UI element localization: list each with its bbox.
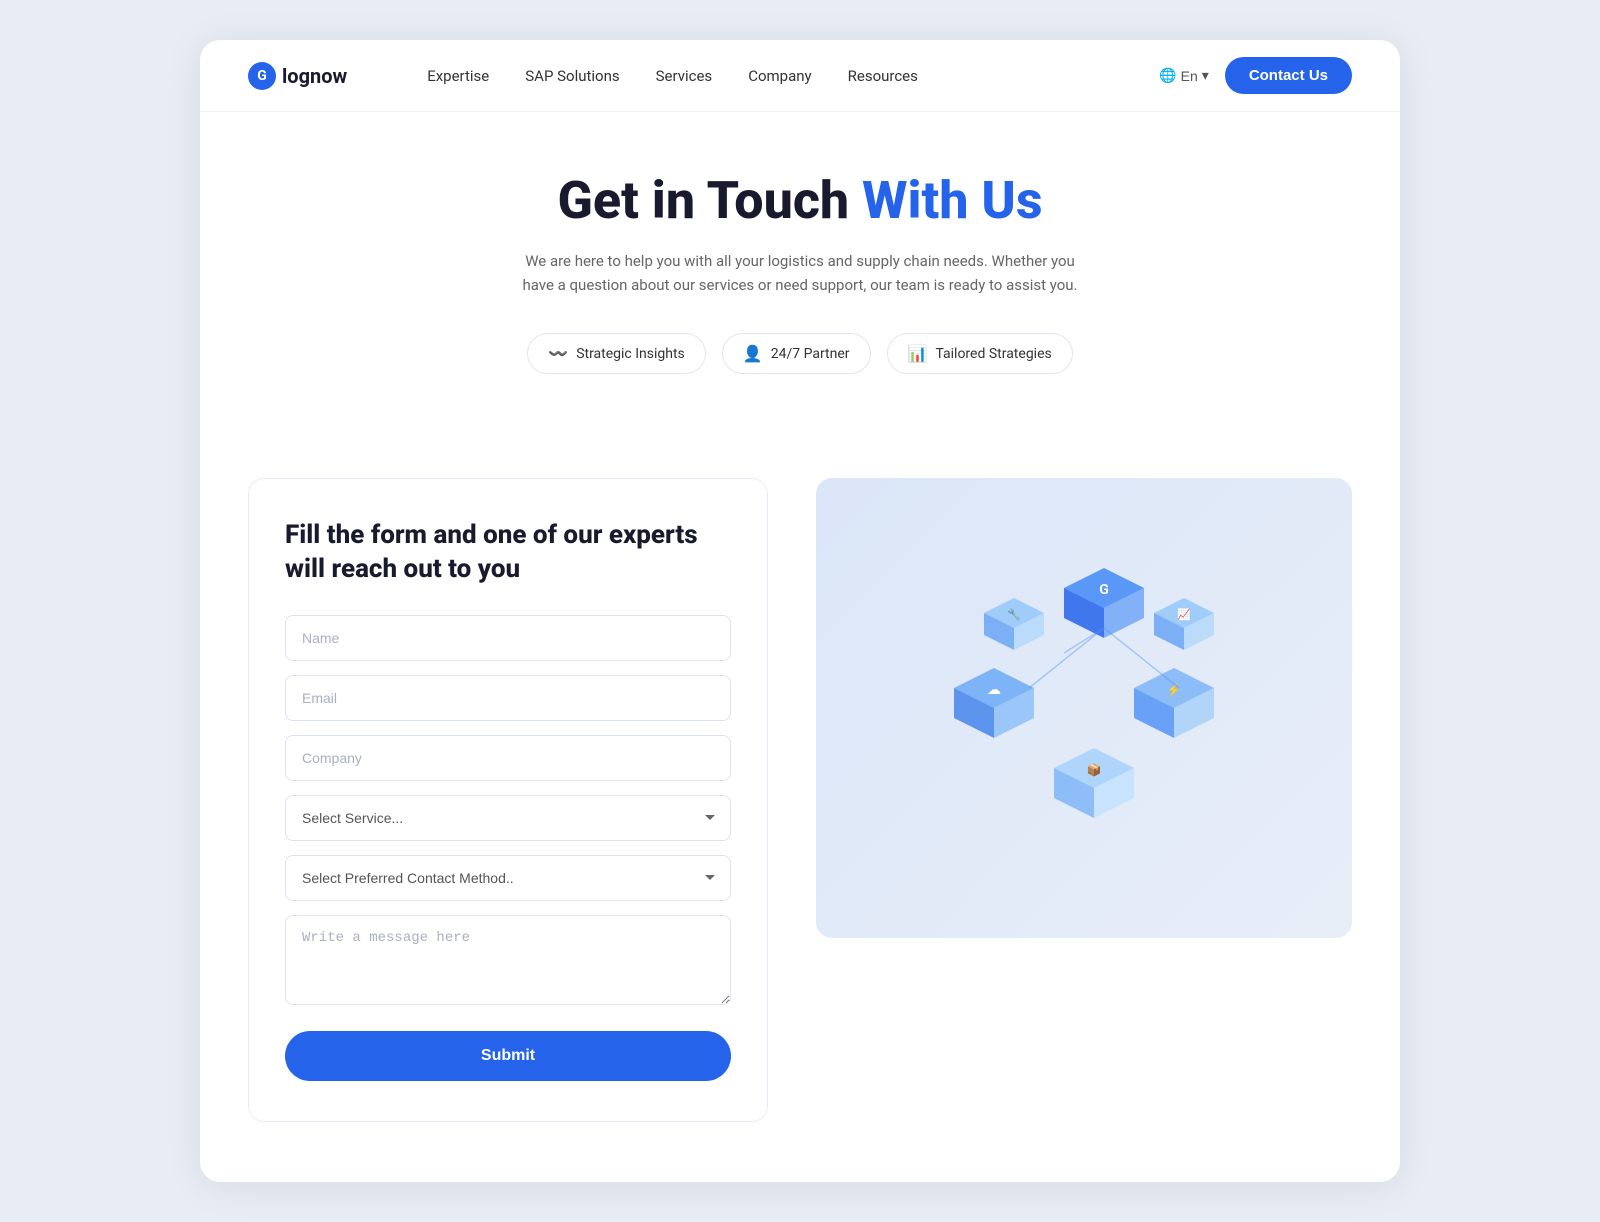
badge-24-7-partner: 👤 24/7 Partner (722, 333, 871, 374)
hero-title: Get in Touch With Us (248, 172, 1352, 229)
hero-section: Get in Touch With Us We are here to help… (200, 112, 1400, 454)
contact-us-button[interactable]: Contact Us (1225, 57, 1352, 94)
email-input[interactable] (285, 675, 731, 721)
nav-expertise[interactable]: Expertise (427, 67, 489, 85)
message-textarea[interactable] (285, 915, 731, 1005)
svg-text:📦: 📦 (1087, 763, 1102, 777)
service-select-group: Select Service... (285, 795, 731, 841)
badges-row: 〰️ Strategic Insights 👤 24/7 Partner 📊 T… (248, 333, 1352, 374)
nav-right: 🌐 En ▾ Contact Us (1159, 57, 1352, 94)
svg-text:☁: ☁ (987, 682, 1001, 698)
isometric-illustration: G ☁ ⚡ (914, 548, 1254, 868)
nav-services[interactable]: Services (656, 67, 713, 85)
partner-icon: 👤 (743, 344, 763, 363)
badge-strategic-insights: 〰️ Strategic Insights (527, 333, 706, 374)
hero-subtitle: We are here to help you with all your lo… (520, 249, 1080, 297)
logo-text: lognow (282, 64, 347, 88)
badge-tailored-strategies: 📊 Tailored Strategies (887, 333, 1073, 374)
main-content: Fill the form and one of our experts wil… (200, 454, 1400, 1182)
submit-button[interactable]: Submit (285, 1031, 731, 1081)
nav-sap[interactable]: SAP Solutions (525, 67, 619, 85)
badge-label-1: Strategic Insights (576, 346, 685, 362)
name-field-group (285, 615, 731, 661)
illustration-section: G ☁ ⚡ (816, 478, 1352, 938)
chevron-down-icon: ▾ (1202, 67, 1209, 84)
svg-text:⚡: ⚡ (1167, 683, 1182, 697)
trending-icon: 〰️ (548, 344, 568, 363)
nav-links: Expertise SAP Solutions Services Company… (427, 67, 1159, 85)
form-section: Fill the form and one of our experts wil… (248, 478, 768, 1122)
badge-label-2: 24/7 Partner (771, 346, 850, 362)
svg-text:G: G (1099, 582, 1109, 598)
contact-method-select[interactable]: Select Preferred Contact Method.. (285, 855, 731, 901)
form-title: Fill the form and one of our experts wil… (285, 519, 731, 587)
hero-title-part2: With Us (862, 170, 1042, 231)
name-input[interactable] (285, 615, 731, 661)
language-button[interactable]: 🌐 En ▾ (1159, 67, 1209, 84)
message-field-group (285, 915, 731, 1009)
navbar: G lognow Expertise SAP Solutions Service… (200, 40, 1400, 112)
hero-title-part1: Get in Touch (557, 170, 862, 231)
svg-text:📈: 📈 (1177, 608, 1191, 621)
badge-label-3: Tailored Strategies (935, 346, 1051, 362)
company-field-group (285, 735, 731, 781)
globe-icon: 🌐 (1159, 67, 1176, 84)
chart-icon: 📊 (908, 344, 928, 363)
service-select[interactable]: Select Service... (285, 795, 731, 841)
logo[interactable]: G lognow (248, 62, 347, 90)
nav-resources[interactable]: Resources (848, 67, 918, 85)
email-field-group (285, 675, 731, 721)
contact-method-select-group: Select Preferred Contact Method.. (285, 855, 731, 901)
company-input[interactable] (285, 735, 731, 781)
logo-icon: G (248, 62, 276, 90)
nav-company[interactable]: Company (748, 67, 811, 85)
lang-label: En (1181, 68, 1198, 84)
svg-text:🔧: 🔧 (1007, 607, 1021, 621)
page-wrapper: G lognow Expertise SAP Solutions Service… (200, 40, 1400, 1182)
